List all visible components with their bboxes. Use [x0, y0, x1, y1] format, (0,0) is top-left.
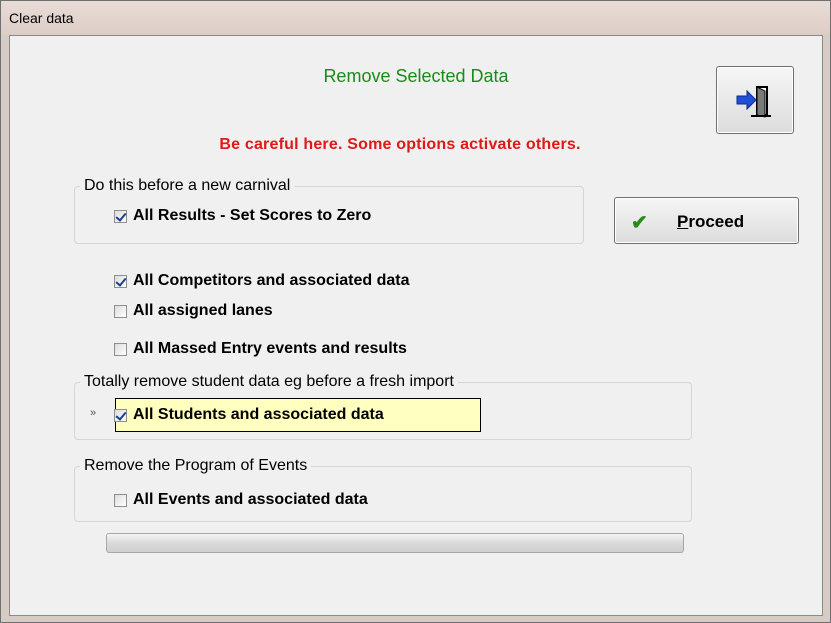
- checkbox-all-events[interactable]: All Events and associated data: [114, 491, 368, 509]
- checkbox-label: All Results - Set Scores to Zero: [133, 207, 372, 224]
- checkbox-box[interactable]: [114, 342, 127, 356]
- checkbox-all-results[interactable]: All Results - Set Scores to Zero: [114, 207, 371, 225]
- checkbox-label: All Students and associated data: [133, 406, 384, 423]
- title-bar[interactable]: Clear data: [1, 1, 830, 35]
- clear-data-window: Clear data Remove Selected Data Be caref…: [0, 0, 831, 623]
- progress-bar: [106, 533, 684, 553]
- checkbox-all-students[interactable]: All Students and associated data: [114, 406, 384, 424]
- checkbox-all-competitors[interactable]: All Competitors and associated data: [114, 272, 410, 290]
- checkbox-label: All Massed Entry events and results: [133, 340, 407, 357]
- checkbox-massed-entry[interactable]: All Massed Entry events and results: [114, 340, 407, 358]
- window-title: Clear data: [9, 10, 74, 26]
- proceed-button[interactable]: ✔ Proceed: [614, 197, 799, 244]
- checkmark-icon: ✔: [631, 212, 648, 234]
- dialog-client-area: Remove Selected Data Be careful here. So…: [9, 35, 823, 616]
- checkbox-label: All assigned lanes: [133, 302, 273, 319]
- exit-door-icon: [736, 86, 771, 118]
- checkbox-box[interactable]: [114, 304, 127, 318]
- group-title-program: Remove the Program of Events: [80, 457, 312, 475]
- warning-text: Be careful here. Some options activate o…: [219, 136, 581, 153]
- checkbox-label: All Events and associated data: [133, 491, 368, 508]
- checkbox-box[interactable]: [114, 209, 127, 223]
- checkbox-box[interactable]: [114, 274, 127, 288]
- page-title: Remove Selected Data: [323, 66, 509, 86]
- proceed-label: Proceed: [677, 212, 745, 231]
- checkbox-label: All Competitors and associated data: [133, 272, 410, 289]
- checkbox-box[interactable]: [114, 493, 127, 507]
- checkbox-assigned-lanes[interactable]: All assigned lanes: [114, 302, 273, 320]
- group-title-new-carnival: Do this before a new carnival: [80, 177, 295, 195]
- group-title-students: Totally remove student data eg before a …: [80, 373, 458, 391]
- row-selector-icon: »: [90, 407, 97, 419]
- exit-button[interactable]: [716, 66, 794, 134]
- checkbox-box[interactable]: [114, 408, 127, 422]
